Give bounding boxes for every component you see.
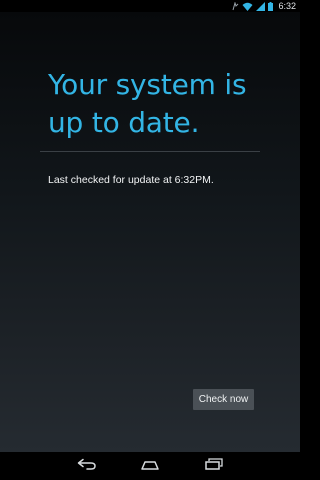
status-icons: 6:32: [232, 0, 296, 12]
home-button[interactable]: [136, 456, 164, 476]
recent-apps-icon: [205, 457, 223, 475]
status-clock: 6:32: [278, 1, 296, 11]
navigation-bar: [0, 452, 300, 480]
notification-icon: [232, 1, 239, 11]
signal-icon: [256, 1, 266, 11]
system-update-screen: Your system is up to date. Last checked …: [0, 12, 300, 452]
divider: [40, 151, 260, 152]
check-now-button[interactable]: Check now: [193, 389, 254, 410]
update-status-headline: Your system is up to date.: [48, 68, 247, 139]
home-icon: [140, 457, 160, 475]
battery-icon: [268, 1, 274, 11]
status-bar: 6:32: [0, 0, 300, 12]
last-checked-text: Last checked for update at 6:32PM.: [48, 174, 214, 186]
back-button[interactable]: [73, 456, 101, 476]
wifi-icon: [242, 2, 253, 11]
recent-apps-button[interactable]: [200, 456, 228, 476]
back-arrow-icon: [77, 457, 97, 475]
